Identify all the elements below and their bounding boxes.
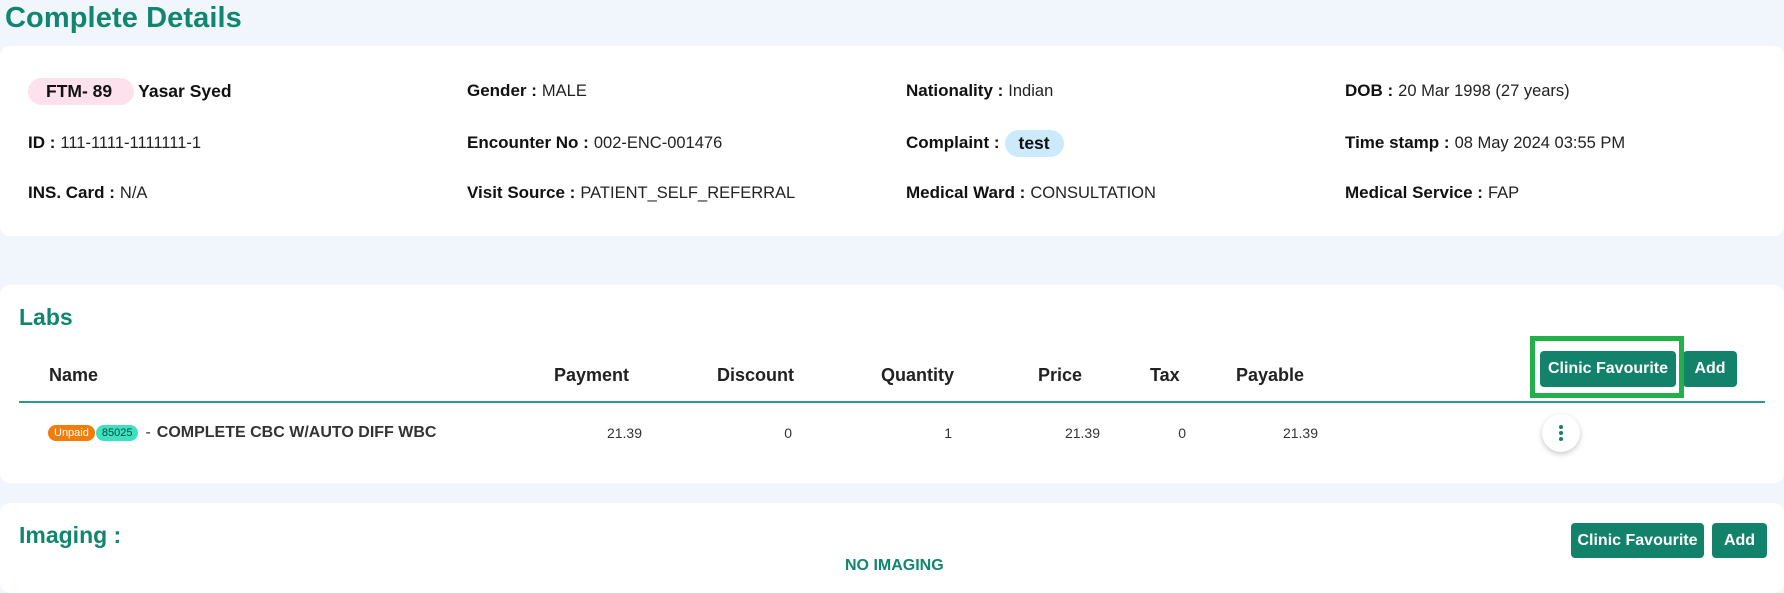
row-quantity: 1	[944, 425, 952, 441]
labs-title: Labs	[19, 304, 73, 330]
row-tax: 0	[1178, 425, 1186, 441]
labs-clinic-favourite-button[interactable]: Clinic Favourite	[1540, 351, 1676, 387]
lab-code-badge: 85025	[95, 425, 139, 441]
labs-add-button[interactable]: Add	[1683, 351, 1737, 387]
table-row: Unpaid 85025 - COMPLETE CBC W/AUTO DIFF …	[48, 424, 436, 442]
encounter-label: Encounter No :	[467, 133, 589, 152]
encounter-field: Encounter No : 002-ENC-001476	[467, 128, 722, 158]
row-payment: 21.39	[606, 425, 642, 441]
ins-card-value: N/A	[119, 183, 148, 202]
row-separator: -	[145, 424, 151, 441]
timestamp-label: Time stamp :	[1345, 133, 1450, 152]
col-tax-header: Tax	[1150, 365, 1180, 385]
complaint-badge: test	[1004, 129, 1064, 157]
medical-ward-value: CONSULTATION	[1030, 183, 1156, 202]
col-price-header: Price	[1038, 365, 1083, 385]
col-payment-header: Payment	[554, 365, 630, 385]
encounter-value: 002-ENC-001476	[593, 133, 723, 152]
row-payable: 21.39	[1282, 425, 1318, 441]
gender-label: Gender :	[467, 81, 537, 100]
imaging-add-button[interactable]: Add	[1712, 523, 1767, 558]
col-payable-header: Payable	[1236, 365, 1305, 385]
visit-source-value: PATIENT_SELF_REFERRAL	[580, 183, 796, 202]
medical-ward-label: Medical Ward :	[906, 183, 1026, 202]
visit-source-field: Visit Source : PATIENT_SELF_REFERRAL	[467, 178, 795, 208]
complaint-field: Complaint : test	[906, 128, 1064, 158]
nationality-value: Indian	[1008, 81, 1054, 100]
row-actions-button[interactable]	[1542, 414, 1580, 452]
patient-name: Yasar Syed	[138, 80, 232, 101]
visit-source-label: Visit Source :	[467, 183, 576, 202]
row-discount: 0	[784, 425, 792, 441]
medical-ward-field: Medical Ward : CONSULTATION	[906, 178, 1156, 208]
nationality-label: Nationality :	[906, 81, 1004, 100]
imaging-clinic-favourite-button[interactable]: Clinic Favourite	[1571, 523, 1704, 558]
id-field: ID : 111-1111-1111111-1	[28, 128, 201, 158]
timestamp-field: Time stamp : 08 May 2024 03:55 PM	[1345, 128, 1625, 158]
patient-identity: FTM- 89 Yasar Syed	[28, 76, 232, 106]
imaging-empty-state: NO IMAGING	[845, 557, 944, 574]
imaging-title: Imaging :	[19, 522, 122, 548]
nationality-field: Nationality : Indian	[906, 76, 1053, 106]
medical-service-label: Medical Service :	[1345, 183, 1483, 202]
lab-test-name: COMPLETE CBC W/AUTO DIFF WBC	[156, 424, 437, 441]
ins-card-label: INS. Card :	[28, 183, 115, 202]
id-value: 111-1111-1111111-1	[60, 133, 202, 152]
dob-value: 20 Mar 1998 (27 years)	[1398, 81, 1570, 100]
id-label: ID :	[28, 133, 56, 152]
medical-service-value: FAP	[1487, 183, 1520, 202]
gender-field: Gender : MALE	[467, 76, 587, 106]
col-discount-header: Discount	[717, 365, 795, 385]
ins-card-field: INS. Card : N/A	[28, 178, 147, 208]
col-quantity-header: Quantity	[881, 365, 955, 385]
more-vertical-icon	[1559, 425, 1563, 441]
unpaid-status-badge: Unpaid	[48, 425, 95, 441]
dob-label: DOB :	[1345, 81, 1394, 100]
imaging-card	[0, 503, 1784, 593]
file-code-badge: FTM- 89	[28, 77, 135, 105]
table-header-divider	[19, 401, 1765, 403]
timestamp-value: 08 May 2024 03:55 PM	[1454, 133, 1626, 152]
medical-service-field: Medical Service : FAP	[1345, 178, 1519, 208]
col-name-header: Name	[49, 365, 99, 385]
gender-value: MALE	[541, 81, 587, 100]
complaint-label: Complaint :	[906, 133, 1000, 152]
dob-field: DOB : 20 Mar 1998 (27 years)	[1345, 76, 1570, 106]
page-title: Complete Details	[5, 2, 242, 34]
row-price: 21.39	[1064, 425, 1100, 441]
